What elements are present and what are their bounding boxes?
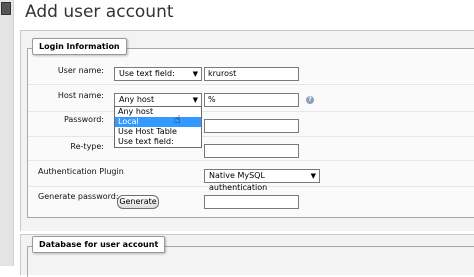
generate-password-label: Generate password: [38, 192, 119, 201]
auth-plugin-value: Native MySQL authentication [209, 171, 268, 192]
row-divider [28, 136, 474, 137]
dropdown-option-any-host[interactable]: Any host [115, 107, 201, 117]
left-scrollbar[interactable] [0, 0, 14, 266]
hostname-input[interactable]: % [204, 93, 299, 107]
retype-label: Re-type: [70, 142, 104, 151]
generate-button[interactable]: Generate [117, 195, 159, 209]
auth-plugin-label: Authentication Plugin [38, 167, 124, 176]
chevron-down-icon: ▼ [192, 96, 198, 104]
hostname-mode-value: Any host [119, 95, 155, 104]
help-icon[interactable]: ? [306, 96, 314, 104]
username-mode-select[interactable]: Use text field: ▼ [114, 67, 202, 81]
hostname-dropdown-list: Any host Local Use Host Table Use text f… [114, 106, 202, 148]
page-title: Add user account [25, 2, 174, 22]
database-legend: Database for user account [32, 236, 166, 253]
chevron-down-icon: ▼ [192, 70, 198, 78]
login-legend: Login Information [32, 38, 127, 55]
hostname-mode-select[interactable]: Any host ▼ [114, 93, 202, 107]
hostname-label: Host name: [57, 91, 104, 100]
row-divider [28, 84, 474, 85]
row-divider [28, 111, 474, 112]
dropdown-option-use-text-field[interactable]: Use text field: [115, 137, 201, 147]
scroll-thumb[interactable] [1, 2, 11, 15]
chevron-down-icon: ▼ [310, 172, 316, 180]
username-mode-value: Use text field: [119, 69, 175, 78]
generated-password-input[interactable] [204, 195, 299, 209]
retype-input[interactable] [204, 144, 299, 158]
mouse-cursor-icon: ☝ [174, 113, 181, 126]
password-input[interactable] [204, 119, 299, 133]
dropdown-option-use-host-table[interactable]: Use Host Table [115, 127, 201, 137]
dropdown-option-local[interactable]: Local [115, 117, 201, 127]
username-label: User name: [57, 66, 104, 75]
password-label: Password: [63, 115, 104, 124]
username-input[interactable]: krurost [204, 67, 299, 81]
row-divider [28, 160, 474, 161]
auth-plugin-select[interactable]: Native MySQL authentication ▼ [204, 169, 320, 192]
